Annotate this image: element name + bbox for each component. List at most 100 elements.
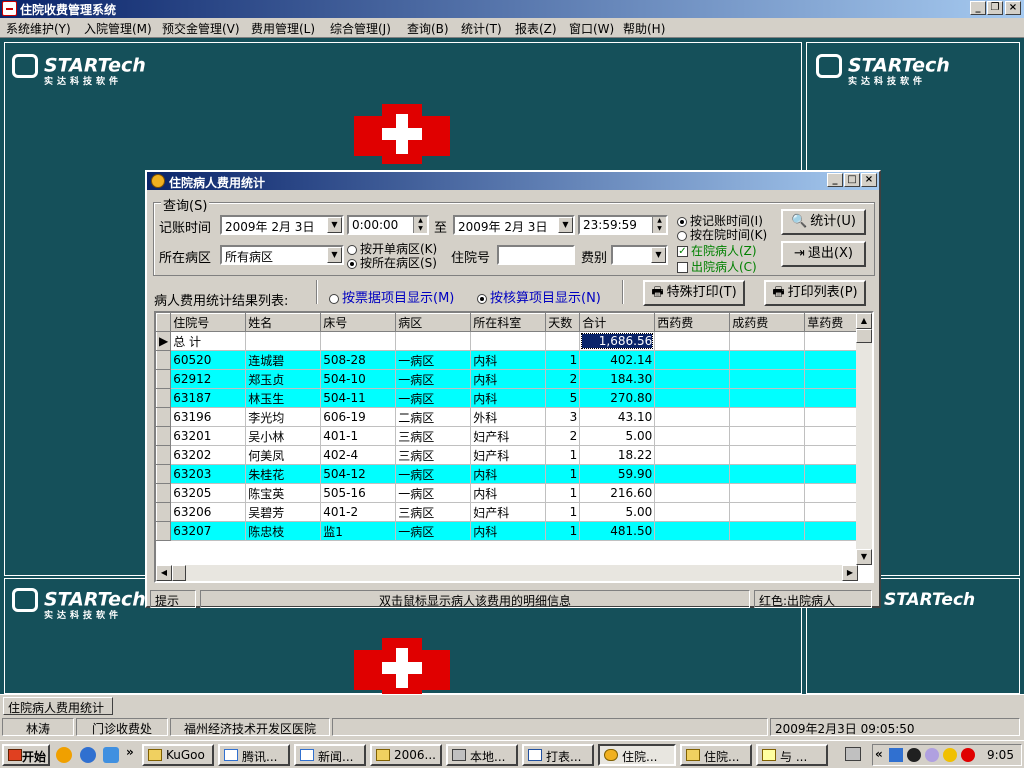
qq-icon[interactable] bbox=[907, 748, 921, 762]
task-item[interactable]: 与 ... bbox=[756, 744, 828, 766]
vertical-scrollbar[interactable]: ▲ ▼ bbox=[856, 313, 872, 565]
scroll-thumb[interactable] bbox=[856, 329, 872, 343]
column-header[interactable]: 天数 bbox=[545, 313, 581, 332]
scroll-up-button[interactable]: ▲ bbox=[856, 313, 872, 329]
mdi-tab[interactable]: 住院病人费用统计 bbox=[3, 697, 113, 715]
table-row[interactable]: 63187 林玉生 504-11 一病区 内科 5 270.80 bbox=[156, 388, 866, 408]
column-header[interactable]: 床号 bbox=[320, 313, 397, 332]
table-row[interactable]: 63202 何美凤 402-4 三病区 妇产科 1 18.22 bbox=[156, 445, 866, 465]
time-to-input[interactable]: 23:59:59 ▲ ▼ bbox=[578, 215, 668, 235]
task-item[interactable]: KuGoo bbox=[142, 744, 214, 766]
table-row[interactable]: 63205 陈宝英 505-16 一病区 内科 1 216.60 bbox=[156, 483, 866, 503]
menu-help[interactable]: 帮助(H) bbox=[623, 20, 665, 37]
cell-western-medicine bbox=[654, 502, 731, 522]
dialog-minimize-button[interactable]: _ bbox=[827, 173, 843, 187]
column-header[interactable]: 住院号 bbox=[170, 313, 247, 332]
network-icon[interactable] bbox=[889, 748, 903, 762]
table-row[interactable]: 63196 李光均 606-19 二病区 外科 3 43.10 bbox=[156, 407, 866, 427]
tray-icon[interactable] bbox=[943, 748, 957, 762]
query-group-label: 查询(S) bbox=[161, 195, 210, 214]
cell-patent-medicine bbox=[729, 369, 806, 389]
to-label: 至 bbox=[434, 221, 448, 236]
quicklaunch-icon[interactable] bbox=[103, 747, 119, 763]
chevron-right-icon[interactable]: » bbox=[126, 745, 134, 759]
task-item[interactable]: 新闻... bbox=[294, 744, 366, 766]
menu-general[interactable]: 综合管理(J) bbox=[330, 20, 391, 37]
inpatient-no-input[interactable] bbox=[497, 245, 575, 265]
task-item[interactable]: 腾讯... bbox=[218, 744, 290, 766]
dialog-title-bar[interactable]: 住院病人费用统计 _ □ × bbox=[147, 172, 879, 190]
menu-query[interactable]: 查询(B) bbox=[407, 20, 449, 37]
column-header[interactable]: 西药费 bbox=[654, 313, 731, 332]
minimize-button[interactable]: _ bbox=[970, 1, 986, 15]
horizontal-scrollbar[interactable]: ◀ ▶ bbox=[156, 565, 858, 581]
tray-icon[interactable] bbox=[925, 748, 939, 762]
fee-type-select[interactable]: ▼ bbox=[611, 245, 668, 265]
column-header[interactable]: 所在科室 bbox=[470, 313, 547, 332]
cell-western-medicine bbox=[654, 483, 731, 503]
close-button[interactable]: × bbox=[1005, 1, 1021, 15]
menu-deposit[interactable]: 预交金管理(V) bbox=[162, 20, 240, 37]
total-row[interactable]: ▶ 总 计 1,686.56 bbox=[156, 331, 866, 351]
cell-name: 陈宝英 bbox=[245, 483, 322, 503]
time-from-input[interactable]: 0:00:00 ▲ ▼ bbox=[347, 215, 429, 235]
special-print-button[interactable]: 🖶 特殊打印(T) bbox=[643, 280, 745, 306]
quicklaunch-icon[interactable] bbox=[56, 747, 72, 763]
menu-reports[interactable]: 报表(Z) bbox=[515, 20, 557, 37]
table-row[interactable]: 63207 陈忠枝 监1 一病区 内科 1 481.50 bbox=[156, 521, 866, 541]
ie-icon[interactable] bbox=[80, 747, 96, 763]
menu-window[interactable]: 窗口(W) bbox=[569, 20, 614, 37]
menu-admission[interactable]: 入院管理(M) bbox=[84, 20, 152, 37]
result-grid[interactable]: 住院号 姓名 床号 病区 所在科室 天数 合计 西药费 成药费 草药费 ▶ 总 … bbox=[154, 311, 874, 583]
menu-system[interactable]: 系统维护(Y) bbox=[6, 20, 71, 37]
date-to-picker[interactable]: 2009年 2月 3日 ▼ bbox=[453, 215, 575, 235]
menu-statistics[interactable]: 统计(T) bbox=[461, 20, 502, 37]
column-header[interactable]: 姓名 bbox=[245, 313, 322, 332]
table-row[interactable]: 63203 朱桂花 504-12 一病区 内科 1 59.90 bbox=[156, 464, 866, 484]
radio-by-accounting-item[interactable]: 按核算项目显示(N) bbox=[477, 287, 601, 306]
radio-by-stay-time[interactable]: 按在院时间(K) bbox=[677, 226, 767, 243]
table-row[interactable]: 62912 郑玉贞 504-10 一病区 内科 2 184.30 bbox=[156, 369, 866, 389]
scroll-down-button[interactable]: ▼ bbox=[856, 549, 872, 565]
task-item[interactable]: 2006... bbox=[370, 744, 442, 766]
table-row[interactable]: 63206 吴碧芳 401-2 三病区 妇产科 1 5.00 bbox=[156, 502, 866, 522]
task-item[interactable]: 住院... bbox=[680, 744, 752, 766]
chk-in-hospital[interactable]: ✓ 在院病人(Z) bbox=[677, 242, 757, 259]
restore-button[interactable]: ❐ bbox=[987, 1, 1003, 15]
cell-dept: 内科 bbox=[470, 369, 547, 389]
table-row[interactable]: 60520 连城碧 508-28 一病区 内科 1 402.14 bbox=[156, 350, 866, 370]
cell-western-medicine bbox=[654, 369, 731, 389]
print-list-button[interactable]: 🖶 打印列表(P) bbox=[764, 280, 866, 306]
scroll-thumb[interactable] bbox=[172, 565, 186, 581]
exit-icon: ⇥ bbox=[794, 246, 805, 261]
stop-icon[interactable] bbox=[961, 748, 975, 762]
stat-button[interactable]: 🔍 统计(U) bbox=[781, 209, 866, 235]
start-button[interactable]: 开始 bbox=[2, 744, 50, 766]
scroll-right-button[interactable]: ▶ bbox=[842, 565, 858, 581]
ward-select[interactable]: 所有病区 ▼ bbox=[220, 245, 344, 265]
cell-total: 5.00 bbox=[579, 426, 656, 446]
task-item[interactable]: 本地... bbox=[446, 744, 518, 766]
main-title-bar: 住院收费管理系统 _ ❐ × bbox=[0, 0, 1024, 18]
task-item[interactable]: 打表... bbox=[522, 744, 594, 766]
menu-fees[interactable]: 费用管理(L) bbox=[251, 20, 315, 37]
column-header[interactable]: 病区 bbox=[395, 313, 472, 332]
table-row[interactable]: 63201 吴小林 401-1 三病区 妇产科 2 5.00 bbox=[156, 426, 866, 446]
cell-patent-medicine bbox=[729, 388, 806, 408]
scroll-left-button[interactable]: ◀ bbox=[156, 565, 172, 581]
date-from-picker[interactable]: 2009年 2月 3日 ▼ bbox=[220, 215, 344, 235]
radio-by-receipt-item[interactable]: 按票据项目显示(M) bbox=[329, 287, 454, 306]
keyboard-icon[interactable] bbox=[845, 747, 861, 761]
status-user: 林涛 bbox=[2, 718, 74, 736]
chevron-left-icon[interactable]: « bbox=[875, 747, 883, 761]
dialog-maximize-button[interactable]: □ bbox=[844, 173, 860, 187]
cell-dept: 外科 bbox=[470, 407, 547, 427]
column-header[interactable]: 成药费 bbox=[729, 313, 806, 332]
task-item-active[interactable]: 住院... bbox=[598, 744, 676, 766]
radio-in-ward[interactable]: 按所在病区(S) bbox=[347, 254, 437, 271]
exit-button[interactable]: ⇥ 退出(X) bbox=[781, 241, 866, 267]
dialog-close-button[interactable]: × bbox=[861, 173, 877, 187]
column-header[interactable]: 合计 bbox=[579, 313, 656, 332]
cell-days: 5 bbox=[545, 388, 581, 408]
chk-discharged[interactable]: 出院病人(C) bbox=[677, 258, 757, 275]
